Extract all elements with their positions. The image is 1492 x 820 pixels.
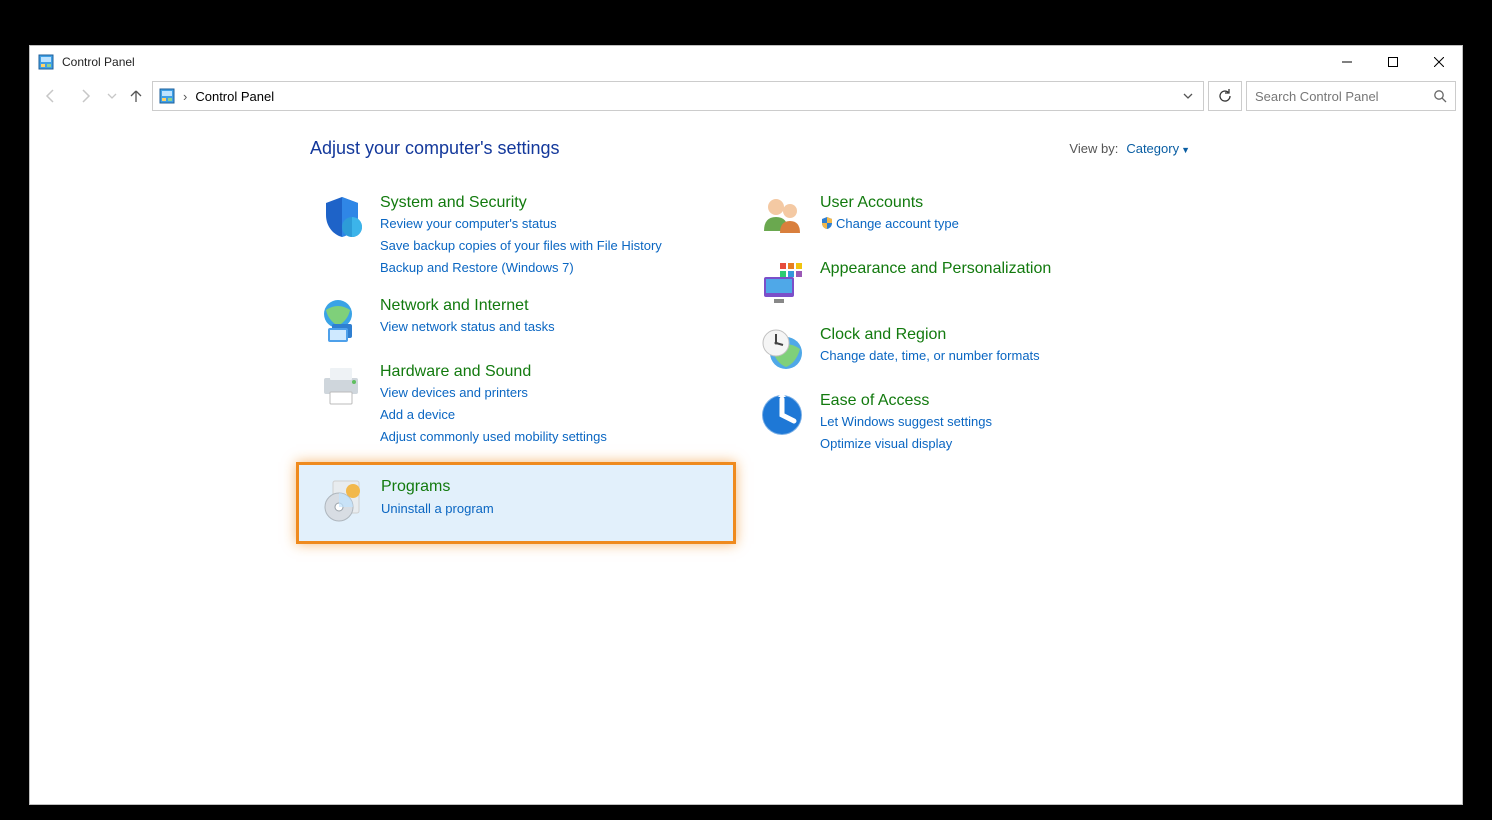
address-dropdown[interactable]: [1179, 91, 1197, 101]
category-programs: Programs Uninstall a program: [296, 462, 736, 544]
category-link[interactable]: Change date, time, or number formats: [820, 347, 1040, 366]
category-clock-region: Clock and Region Change date, time, or n…: [750, 319, 1170, 379]
category-title[interactable]: Ease of Access: [820, 391, 992, 410]
category-title[interactable]: System and Security: [380, 193, 662, 212]
viewby-dropdown[interactable]: Category▼: [1126, 141, 1190, 156]
navbar: › Control Panel Search Control Panel: [30, 78, 1462, 114]
globe-icon: [318, 296, 366, 344]
category-link[interactable]: Optimize visual display: [820, 435, 992, 454]
category-hardware-sound: Hardware and Sound View devices and prin…: [310, 356, 730, 453]
shield-admin-icon: [820, 216, 834, 230]
minimize-button[interactable]: [1324, 46, 1370, 78]
printer-icon: [318, 362, 366, 410]
category-appearance-personalization: Appearance and Personalization: [750, 253, 1170, 313]
search-input[interactable]: Search Control Panel: [1246, 81, 1456, 111]
back-button[interactable]: [36, 81, 66, 111]
search-placeholder: Search Control Panel: [1255, 89, 1379, 104]
control-panel-window: Control Panel: [30, 46, 1462, 804]
category-user-accounts: User Accounts Change account type: [750, 187, 1170, 247]
control-panel-icon: [38, 54, 54, 70]
category-title[interactable]: Hardware and Sound: [380, 362, 607, 381]
category-ease-of-access: Ease of Access Let Windows suggest setti…: [750, 385, 1170, 460]
clock-globe-icon: [758, 325, 806, 373]
category-link[interactable]: Adjust commonly used mobility settings: [380, 428, 607, 447]
category-link[interactable]: View network status and tasks: [380, 318, 555, 337]
users-icon: [758, 193, 806, 241]
up-button[interactable]: [124, 81, 148, 111]
category-link[interactable]: Backup and Restore (Windows 7): [380, 259, 662, 278]
category-link[interactable]: Review your computer's status: [380, 215, 662, 234]
category-link[interactable]: Uninstall a program: [381, 500, 494, 519]
breadcrumb-control-panel[interactable]: Control Panel: [195, 89, 274, 104]
category-title[interactable]: Appearance and Personalization: [820, 259, 1051, 278]
category-link[interactable]: Change account type: [820, 215, 959, 234]
search-icon: [1433, 89, 1447, 103]
chevron-right-icon[interactable]: ›: [181, 89, 189, 104]
ease-of-access-icon: [758, 391, 806, 439]
category-system-security: System and Security Review your computer…: [310, 187, 730, 284]
category-title[interactable]: Network and Internet: [380, 296, 555, 315]
category-link[interactable]: Save backup copies of your files with Fi…: [380, 237, 662, 256]
category-link[interactable]: Add a device: [380, 406, 607, 425]
address-bar[interactable]: › Control Panel: [152, 81, 1204, 111]
recent-locations-button[interactable]: [104, 81, 120, 111]
disc-box-icon: [319, 477, 367, 525]
category-title[interactable]: Clock and Region: [820, 325, 1040, 344]
close-button[interactable]: [1416, 46, 1462, 78]
monitor-colors-icon: [758, 259, 806, 307]
category-column-right: User Accounts Change account type: [750, 187, 1170, 544]
page-heading: Adjust your computer's settings: [310, 138, 560, 159]
window-title: Control Panel: [62, 55, 135, 69]
category-column-left: System and Security Review your computer…: [310, 187, 730, 544]
viewby-label: View by:: [1069, 141, 1118, 156]
category-title[interactable]: Programs: [381, 477, 494, 496]
category-title[interactable]: User Accounts: [820, 193, 959, 212]
category-link[interactable]: View devices and printers: [380, 384, 607, 403]
shield-icon: [318, 193, 366, 241]
maximize-button[interactable]: [1370, 46, 1416, 78]
refresh-button[interactable]: [1208, 81, 1242, 111]
category-network-internet: Network and Internet View network status…: [310, 290, 730, 350]
titlebar: Control Panel: [30, 46, 1462, 78]
category-link[interactable]: Let Windows suggest settings: [820, 413, 992, 432]
forward-button[interactable]: [70, 81, 100, 111]
control-panel-icon: [159, 88, 175, 104]
